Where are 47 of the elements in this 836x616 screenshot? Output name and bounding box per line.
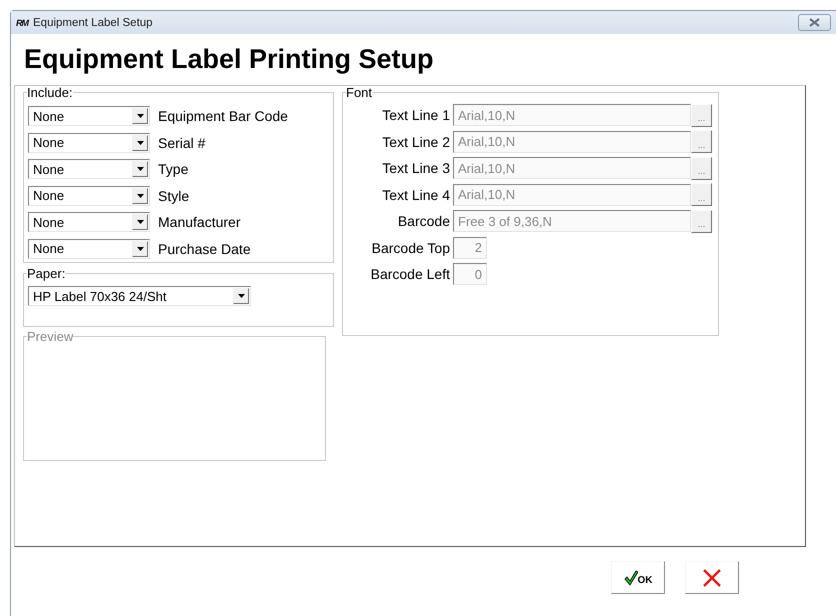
- dropdown-arrow-icon: [136, 220, 144, 224]
- dropdown-arrow-icon: [136, 114, 144, 118]
- dropdown[interactable]: None: [28, 186, 150, 206]
- dropdown[interactable]: None: [28, 159, 150, 180]
- dropdown[interactable]: HP Label 70x36 24/Sht: [28, 286, 251, 306]
- field-label: Type: [158, 161, 188, 178]
- ok-button[interactable]: OK: [611, 561, 665, 594]
- page-heading: Equipment Label Printing Setup: [24, 43, 435, 75]
- group-label: Preview: [27, 330, 74, 343]
- field-label: Barcode Left: [370, 266, 451, 282]
- dropdown[interactable]: None: [28, 106, 150, 126]
- dropdown-button[interactable]: [132, 108, 148, 124]
- dropdown-arrow-icon: [136, 140, 144, 145]
- field-label: Style: [158, 188, 190, 204]
- field-label: Barcode: [396, 213, 451, 230]
- group-label: Include:: [27, 86, 73, 99]
- dropdown-button[interactable]: [132, 161, 148, 178]
- dropdown-button[interactable]: [132, 240, 148, 257]
- field-label: Serial #: [158, 134, 206, 151]
- dropdown[interactable]: None: [28, 238, 150, 259]
- dropdown-arrow-icon: [136, 246, 144, 251]
- field-label: Text Line 3: [381, 160, 451, 176]
- field-label: Purchase Date: [158, 240, 251, 257]
- dropdown-button[interactable]: [132, 134, 148, 151]
- cancel-button[interactable]: [685, 561, 739, 594]
- field-label: Text Line 4: [381, 186, 451, 203]
- dropdown-arrow-icon: [136, 194, 144, 198]
- dropdown[interactable]: None: [28, 212, 150, 232]
- dropdown[interactable]: None: [28, 132, 150, 153]
- app-logo: RM: [16, 18, 28, 28]
- dropdown-button[interactable]: [132, 214, 148, 230]
- window-title: Equipment Label Setup: [33, 16, 154, 28]
- close-icon: [702, 568, 722, 586]
- dropdown-button[interactable]: [233, 288, 249, 304]
- field-label: Equipment Bar Code: [158, 108, 288, 124]
- field-label: Manufacturer: [158, 214, 240, 230]
- field-label: Text Line 1: [381, 107, 451, 124]
- field-label: Barcode Top: [370, 240, 451, 256]
- check-icon: [624, 570, 638, 586]
- field-label: Text Line 2: [381, 134, 451, 150]
- group-label: Paper:: [27, 267, 66, 280]
- group-label: Font: [346, 86, 372, 99]
- dropdown-button[interactable]: [132, 188, 148, 204]
- close-icon: [809, 18, 820, 27]
- dropdown-arrow-icon: [136, 167, 144, 172]
- close-button[interactable]: [798, 14, 831, 31]
- dropdown-arrow-icon: [238, 294, 244, 298]
